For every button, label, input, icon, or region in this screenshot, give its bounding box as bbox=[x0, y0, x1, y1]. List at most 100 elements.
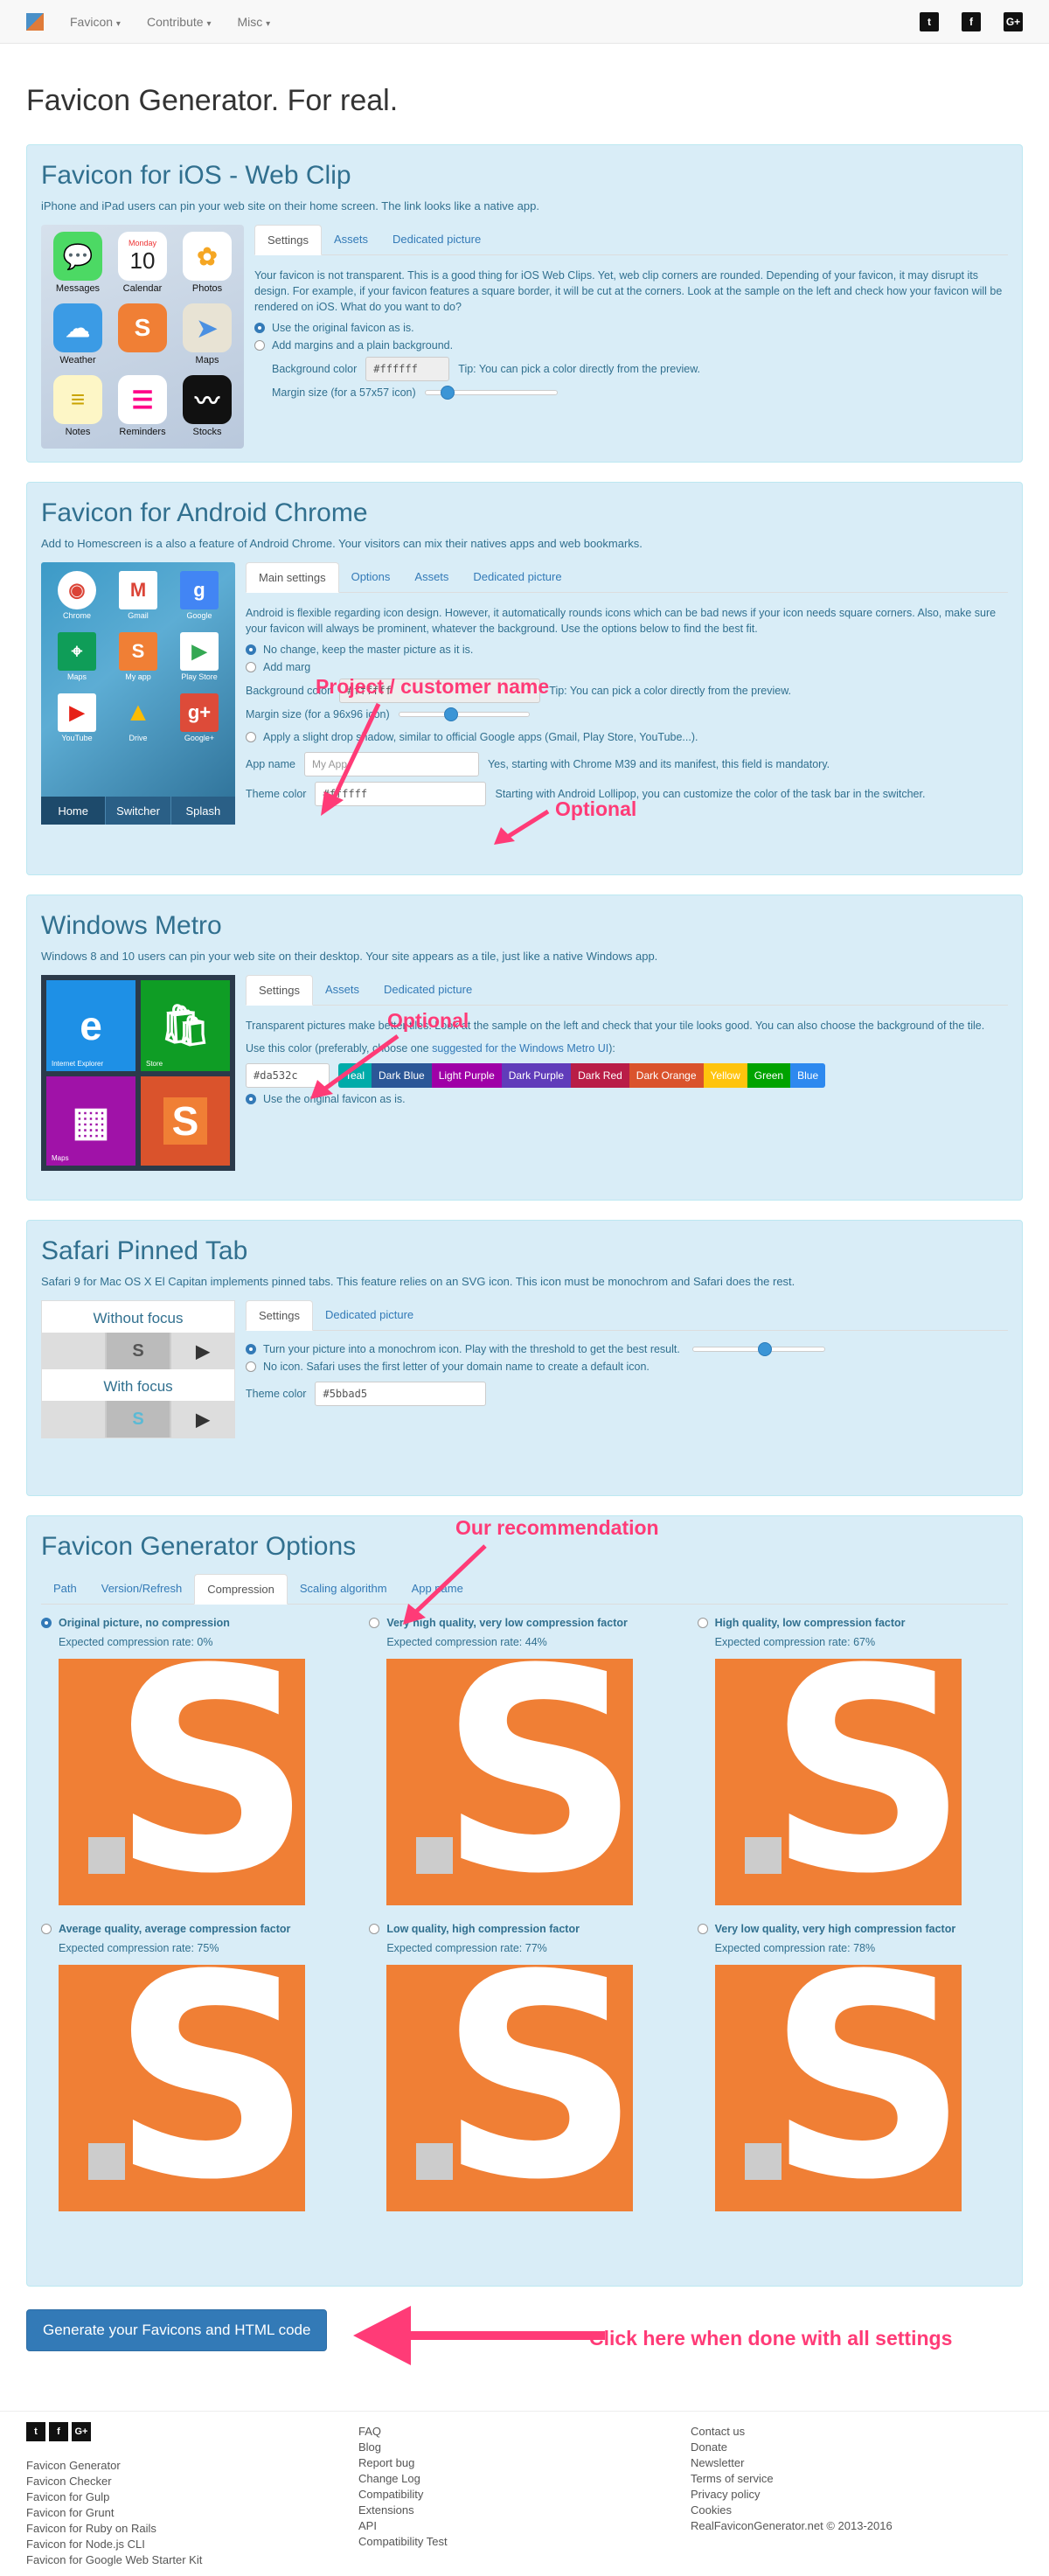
footer-link[interactable]: Favicon Generator bbox=[26, 2459, 358, 2472]
nav-contribute[interactable]: Contribute ▾ bbox=[147, 15, 212, 29]
android-desc: Add to Homescreen is a also a feature of… bbox=[41, 537, 643, 550]
compression-option[interactable]: Average quality, average compression fac… bbox=[41, 1923, 351, 2211]
tab-ios-settings[interactable]: Settings bbox=[254, 225, 322, 255]
footer-link[interactable]: Newsletter bbox=[691, 2456, 1023, 2469]
tab-scaling[interactable]: Scaling algorithm bbox=[288, 1574, 399, 1604]
color-button-dark-red[interactable]: Dark Red bbox=[571, 1063, 629, 1088]
compression-radio[interactable] bbox=[369, 1924, 380, 1934]
google-plus-icon[interactable]: G+ bbox=[1004, 11, 1023, 31]
nav-favicon[interactable]: Favicon ▾ bbox=[70, 15, 121, 29]
footer-link[interactable]: Compatibility bbox=[358, 2488, 691, 2501]
android-preview-bar: Home Switcher Splash bbox=[41, 797, 235, 825]
footer-link[interactable]: Cookies bbox=[691, 2503, 1023, 2517]
annotation-optional-1: Optional bbox=[555, 797, 637, 820]
ios-preview[interactable]: 💬 Messages Monday 10 Calendar ✿ Photos ☁ Weat… bbox=[41, 225, 244, 449]
tab-path[interactable]: Path bbox=[41, 1574, 89, 1604]
footer-link[interactable]: Favicon for Node.js CLI bbox=[26, 2538, 358, 2551]
ios-radio-margins[interactable] bbox=[254, 340, 265, 351]
compression-radio[interactable] bbox=[41, 1924, 52, 1934]
footer-link[interactable]: Compatibility Test bbox=[358, 2535, 691, 2548]
facebook-icon[interactable]: f bbox=[962, 11, 981, 31]
slider-knob[interactable] bbox=[758, 1342, 773, 1356]
windows-metro-link[interactable]: suggested for the Windows Metro UI bbox=[432, 1042, 608, 1055]
tab-windows-dedicated[interactable]: Dedicated picture bbox=[372, 975, 484, 1005]
safari-radio-monochrom[interactable] bbox=[246, 1344, 256, 1354]
safari-threshold-slider[interactable] bbox=[691, 1342, 825, 1356]
facebook-icon[interactable]: f bbox=[49, 2422, 68, 2441]
android-switcher-button[interactable]: Switcher bbox=[106, 797, 171, 825]
footer-link[interactable]: Blog bbox=[358, 2440, 691, 2454]
generate-button[interactable]: Generate your Favicons and HTML code bbox=[26, 2309, 328, 2351]
compression-radio[interactable] bbox=[41, 1618, 52, 1628]
compression-radio[interactable] bbox=[697, 1924, 708, 1934]
compression-option[interactable]: High quality, low compression factor Expe… bbox=[697, 1617, 1008, 1905]
windows-radio-original[interactable] bbox=[246, 1094, 256, 1104]
footer-link[interactable]: Favicon for Google Web Starter Kit bbox=[26, 2553, 358, 2566]
ios-radio-original[interactable] bbox=[254, 323, 265, 333]
compression-option[interactable]: Original picture, no compression Expected… bbox=[41, 1617, 351, 1905]
footer-link[interactable]: Favicon Checker bbox=[26, 2475, 358, 2488]
color-button-dark-purple[interactable]: Dark Purple bbox=[501, 1063, 572, 1088]
footer-link[interactable]: Report bug bbox=[358, 2456, 691, 2469]
footer-link[interactable]: Donate bbox=[691, 2440, 1023, 2454]
twitter-icon[interactable]: t bbox=[920, 11, 939, 31]
ios-margin-slider[interactable] bbox=[424, 386, 558, 400]
maps-icon: ⌖ bbox=[58, 632, 96, 671]
footer-link[interactable]: FAQ bbox=[358, 2425, 691, 2438]
footer-link[interactable]: Favicon for Gulp bbox=[26, 2490, 358, 2503]
footer-link[interactable]: RealFaviconGenerator.net © 2013-2016 bbox=[691, 2519, 1023, 2532]
windows-preview[interactable]: e Internet Explorer 🛍 Store ▦ Maps S bbox=[41, 975, 235, 1171]
footer-link[interactable]: Contact us bbox=[691, 2425, 1023, 2438]
gmail-icon: M bbox=[119, 571, 157, 609]
tab-android-assets[interactable]: Assets bbox=[402, 562, 461, 592]
nav-misc[interactable]: Misc ▾ bbox=[237, 15, 270, 29]
compression-radio[interactable] bbox=[697, 1618, 708, 1628]
android-margin-slider[interactable] bbox=[398, 707, 530, 721]
tab-safari-dedicated[interactable]: Dedicated picture bbox=[313, 1300, 426, 1330]
pinned-tab-icon: S bbox=[107, 1333, 170, 1369]
footer-link[interactable]: Change Log bbox=[358, 2472, 691, 2485]
color-button-green[interactable]: Green bbox=[747, 1063, 791, 1088]
tab-android-main[interactable]: Main settings bbox=[246, 562, 339, 593]
footer-link[interactable]: Privacy policy bbox=[691, 2488, 1023, 2501]
android-splash-button[interactable]: Splash bbox=[171, 797, 235, 825]
color-button-dark-orange[interactable]: Dark Orange bbox=[629, 1063, 704, 1088]
compression-option[interactable]: Very low quality, very high compression … bbox=[697, 1923, 1008, 2211]
compression-option[interactable]: Very high quality, very low compression … bbox=[369, 1617, 679, 1905]
slider-knob[interactable] bbox=[443, 707, 458, 721]
tab-safari-settings[interactable]: Settings bbox=[246, 1300, 313, 1331]
android-preview[interactable]: ◉ Chrome M Gmail g Google ⌖ Maps S My app ▶ Pl… bbox=[41, 562, 235, 825]
footer-link[interactable]: API bbox=[358, 2519, 691, 2532]
google-plus-icon[interactable]: G+ bbox=[72, 2422, 91, 2441]
safari-title: Safari Pinned Tab bbox=[41, 1236, 248, 1265]
color-button-light-purple[interactable]: Light Purple bbox=[431, 1063, 502, 1088]
android-radio-margins[interactable] bbox=[246, 662, 256, 672]
safari-theme-color-input[interactable]: #5bbad5 bbox=[315, 1382, 487, 1406]
tab-windows-settings[interactable]: Settings bbox=[246, 975, 313, 1006]
tab-ios-assets[interactable]: Assets bbox=[322, 225, 380, 254]
favicon-icon: S bbox=[119, 632, 157, 671]
android-radio-shadow[interactable] bbox=[246, 732, 256, 742]
compression-radio[interactable] bbox=[369, 1618, 380, 1628]
tab-ios-dedicated[interactable]: Dedicated picture bbox=[380, 225, 493, 254]
color-button-yellow[interactable]: Yellow bbox=[703, 1063, 747, 1088]
tab-android-options[interactable]: Options bbox=[339, 562, 403, 592]
twitter-icon[interactable]: t bbox=[26, 2422, 45, 2441]
apple-icon bbox=[42, 1401, 105, 1438]
footer-link[interactable]: Favicon for Ruby on Rails bbox=[26, 2522, 358, 2535]
logo-icon[interactable] bbox=[26, 12, 44, 31]
android-home-button[interactable]: Home bbox=[41, 797, 107, 825]
android-radio-nochange[interactable] bbox=[246, 644, 256, 655]
footer-link[interactable]: Favicon for Grunt bbox=[26, 2506, 358, 2519]
tab-version[interactable]: Version/Refresh bbox=[89, 1574, 195, 1604]
tab-windows-assets[interactable]: Assets bbox=[313, 975, 372, 1005]
ios-bg-color-input[interactable]: #ffffff bbox=[365, 357, 450, 381]
tab-compression[interactable]: Compression bbox=[194, 1574, 288, 1605]
safari-radio-noicon[interactable] bbox=[246, 1361, 256, 1372]
slider-knob[interactable] bbox=[441, 386, 455, 400]
compression-option[interactable]: Low quality, high compression factor Expe… bbox=[369, 1923, 679, 2211]
tab-android-dedicated[interactable]: Dedicated picture bbox=[461, 562, 573, 592]
footer-link[interactable]: Extensions bbox=[358, 2503, 691, 2517]
color-button-blue[interactable]: Blue bbox=[790, 1063, 826, 1088]
footer-link[interactable]: Terms of service bbox=[691, 2472, 1023, 2485]
